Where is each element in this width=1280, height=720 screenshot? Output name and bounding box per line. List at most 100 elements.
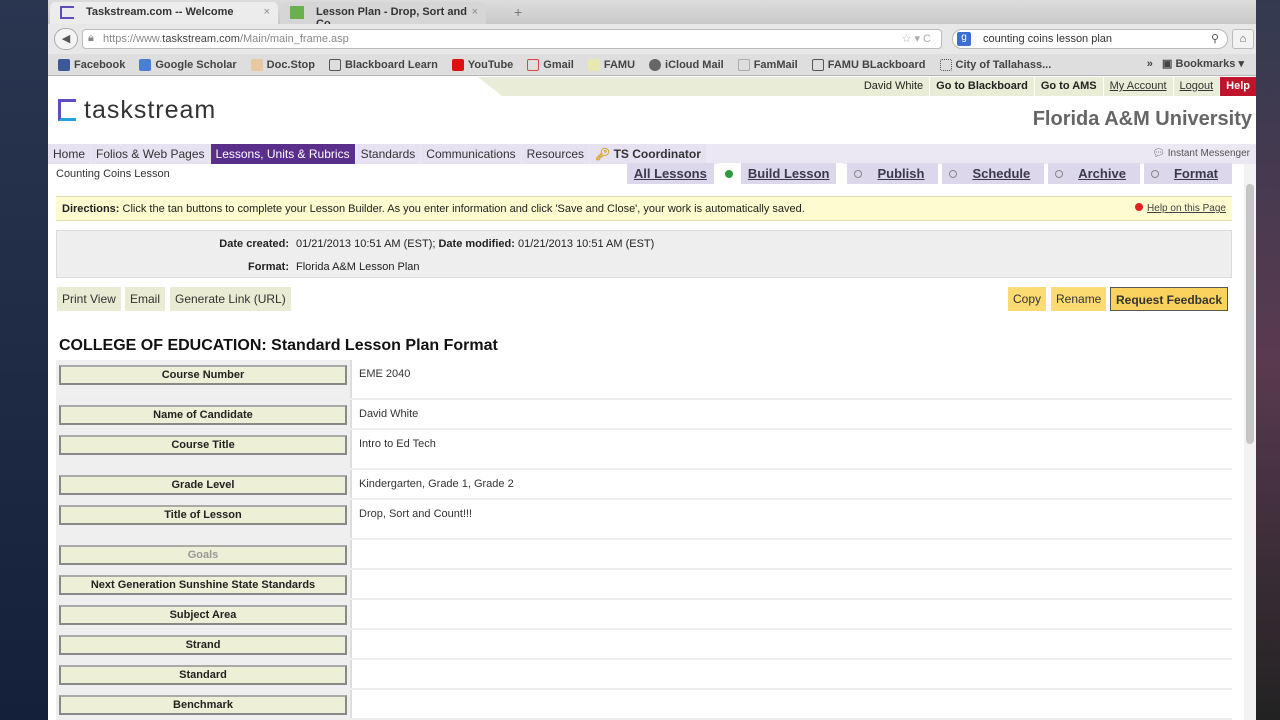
bookmark-blackboard-learn[interactable]: Blackboard Learn xyxy=(328,58,438,71)
print-view-button[interactable]: Print View xyxy=(57,287,121,311)
bookmark-facebook[interactable]: Facebook xyxy=(58,58,125,71)
go-to-blackboard-link[interactable]: Go to Blackboard xyxy=(929,77,1034,96)
tab-format[interactable]: Format xyxy=(1143,163,1232,184)
field-button[interactable]: Goals xyxy=(59,545,347,565)
browser-tab[interactable]: Taskstream.com -- Welcome × xyxy=(50,2,278,24)
search-icon[interactable]: ⚲ xyxy=(1211,32,1219,45)
field-button[interactable]: Next Generation Sunshine State Standards xyxy=(59,575,347,595)
home-button[interactable]: ⌂ xyxy=(1232,29,1254,49)
field-row: Standard xyxy=(56,660,1232,690)
go-to-ams-link[interactable]: Go to AMS xyxy=(1033,77,1103,96)
field-row: Course Number EME 2040 xyxy=(56,360,1232,400)
new-tab-button[interactable]: + xyxy=(514,4,522,20)
generate-link-button[interactable]: Generate Link (URL) xyxy=(170,287,291,311)
bookmark-google-scholar[interactable]: Google Scholar xyxy=(139,58,237,71)
field-button[interactable]: Title of Lesson xyxy=(59,505,347,525)
field-row: Course Title Intro to Ed Tech xyxy=(56,430,1232,470)
page-favicon-icon xyxy=(290,6,304,19)
rename-button[interactable]: Rename xyxy=(1051,287,1107,311)
tab-publish[interactable]: Publish xyxy=(847,163,939,184)
my-account-link[interactable]: My Account xyxy=(1102,77,1173,96)
nav-label: TS Coordinator xyxy=(613,147,701,161)
address-bar[interactable]: 🔒︎ https://www.taskstream.com/Main/main_f… xyxy=(82,29,942,49)
help-label: Help on this Page xyxy=(1147,203,1226,214)
tab-label: Archive xyxy=(1071,163,1133,184)
url-prefix: https://www. xyxy=(103,33,163,45)
tab-build-lesson[interactable]: Build Lesson xyxy=(717,163,844,184)
help-dot-icon xyxy=(1135,203,1144,211)
field-button[interactable]: Name of Candidate xyxy=(59,405,347,425)
bookmark-youtube[interactable]: YouTube xyxy=(451,58,514,71)
back-button[interactable]: ◀ xyxy=(54,28,78,50)
scrollbar-thumb[interactable] xyxy=(1246,184,1254,444)
field-value: EME 2040 xyxy=(359,368,411,380)
directions-banner: Directions: Click the tan buttons to com… xyxy=(56,196,1232,221)
field-button[interactable]: Standard xyxy=(59,665,347,685)
close-tab-icon[interactable]: × xyxy=(264,6,270,18)
logo-text: taskstream xyxy=(84,96,217,124)
browser-tab[interactable]: Lesson Plan - Drop, Sort and Co...× xyxy=(280,2,486,30)
bookmark-label: FAMU xyxy=(603,58,636,71)
close-tab-icon[interactable]: × xyxy=(472,6,478,18)
field-row: Strand xyxy=(56,630,1232,660)
desktop-background xyxy=(1256,0,1280,720)
scrollbar[interactable] xyxy=(1244,164,1256,720)
bookmark-city-tallahassee[interactable]: City of Tallahass... xyxy=(939,58,1051,71)
field-value: Kindergarten, Grade 1, Grade 2 xyxy=(359,478,514,490)
directions-label: Directions: xyxy=(62,203,120,215)
field-button[interactable]: Strand xyxy=(59,635,347,655)
nav-home[interactable]: Home xyxy=(48,144,91,164)
nav-folios[interactable]: Folios & Web Pages xyxy=(91,144,210,164)
field-label-cell: Course Title xyxy=(56,430,352,468)
instant-messenger-link[interactable]: 💬︎ Instant Messenger xyxy=(1152,148,1250,159)
email-button[interactable]: Email xyxy=(125,287,166,311)
help-button[interactable]: Help xyxy=(1219,77,1256,96)
bookmark-label: Doc.Stop xyxy=(266,58,315,71)
nav-resources[interactable]: Resources xyxy=(521,144,590,164)
nav-standards[interactable]: Standards xyxy=(355,144,421,164)
bookmarks-menu[interactable]: » ▣ Bookmarks ▾ xyxy=(1147,57,1244,70)
directions-text: Click the tan buttons to complete your L… xyxy=(119,203,805,215)
logout-link[interactable]: Logout xyxy=(1172,77,1220,96)
field-label-cell: Next Generation Sunshine State Standards xyxy=(56,570,352,598)
bookmark-docstop[interactable]: Doc.Stop xyxy=(250,58,315,71)
search-input[interactable]: counting coins lesson plan xyxy=(983,33,1112,45)
nav-lessons[interactable]: Lessons, Units & Rubrics xyxy=(210,144,355,164)
bookmark-label: FamMail xyxy=(753,58,798,71)
bookmark-label: YouTube xyxy=(467,58,514,71)
bookmark-label: FAMU BLackboard xyxy=(827,58,926,71)
bookmark-label: Google Scholar xyxy=(155,58,237,71)
field-label-cell: Title of Lesson xyxy=(56,500,352,538)
bookmark-label: iCloud Mail xyxy=(665,58,724,71)
tab-archive[interactable]: Archive xyxy=(1048,163,1140,184)
help-on-page-link[interactable]: Help on this Page xyxy=(1135,203,1226,214)
copy-button[interactable]: Copy xyxy=(1008,287,1047,311)
nav-ts-coordinator[interactable]: 🔑︎ TS Coordinator xyxy=(590,144,706,164)
nav-communications[interactable]: Communications xyxy=(421,144,521,164)
field-button[interactable]: Subject Area xyxy=(59,605,347,625)
tab-bar: Taskstream.com -- Welcome × Lesson Plan -… xyxy=(48,0,1256,30)
bookmark-famu-blackboard[interactable]: FAMU BLackboard xyxy=(811,58,926,71)
dates-value: 01/21/2013 10:51 AM (EST); Date modified… xyxy=(296,238,654,250)
bookmark-fammail[interactable]: FamMail xyxy=(737,58,798,71)
bookmarks-bar: Facebook Google Scholar Doc.Stop Blackbo… xyxy=(48,54,1256,76)
user-bar: David White Go to Blackboard Go to AMS M… xyxy=(478,77,1256,96)
field-button[interactable]: Course Title xyxy=(59,435,347,455)
tab-schedule[interactable]: Schedule xyxy=(942,163,1045,184)
bookmarks-menu-label: Bookmarks xyxy=(1175,58,1236,70)
field-button[interactable]: Benchmark xyxy=(59,695,347,715)
field-label-cell: Name of Candidate xyxy=(56,400,352,428)
im-label: Instant Messenger xyxy=(1167,148,1250,159)
bookmark-famu[interactable]: FAMU xyxy=(587,58,636,71)
bookmark-star-icon[interactable]: ☆ ▾ C xyxy=(902,32,931,45)
tab-all-lessons[interactable]: All Lessons xyxy=(626,163,714,184)
docstop-icon xyxy=(250,58,263,71)
field-button[interactable]: Grade Level xyxy=(59,475,347,495)
field-button[interactable]: Course Number xyxy=(59,365,347,385)
taskstream-logo[interactable]: taskstream xyxy=(58,96,216,125)
field-row: Name of Candidate David White xyxy=(56,400,1232,430)
bookmark-gmail[interactable]: Gmail xyxy=(527,58,574,71)
request-feedback-button[interactable]: Request Feedback xyxy=(1110,287,1229,311)
search-box[interactable]: g counting coins lesson plan ⚲ xyxy=(952,29,1228,49)
bookmark-icloud-mail[interactable]: iCloud Mail xyxy=(649,58,724,71)
